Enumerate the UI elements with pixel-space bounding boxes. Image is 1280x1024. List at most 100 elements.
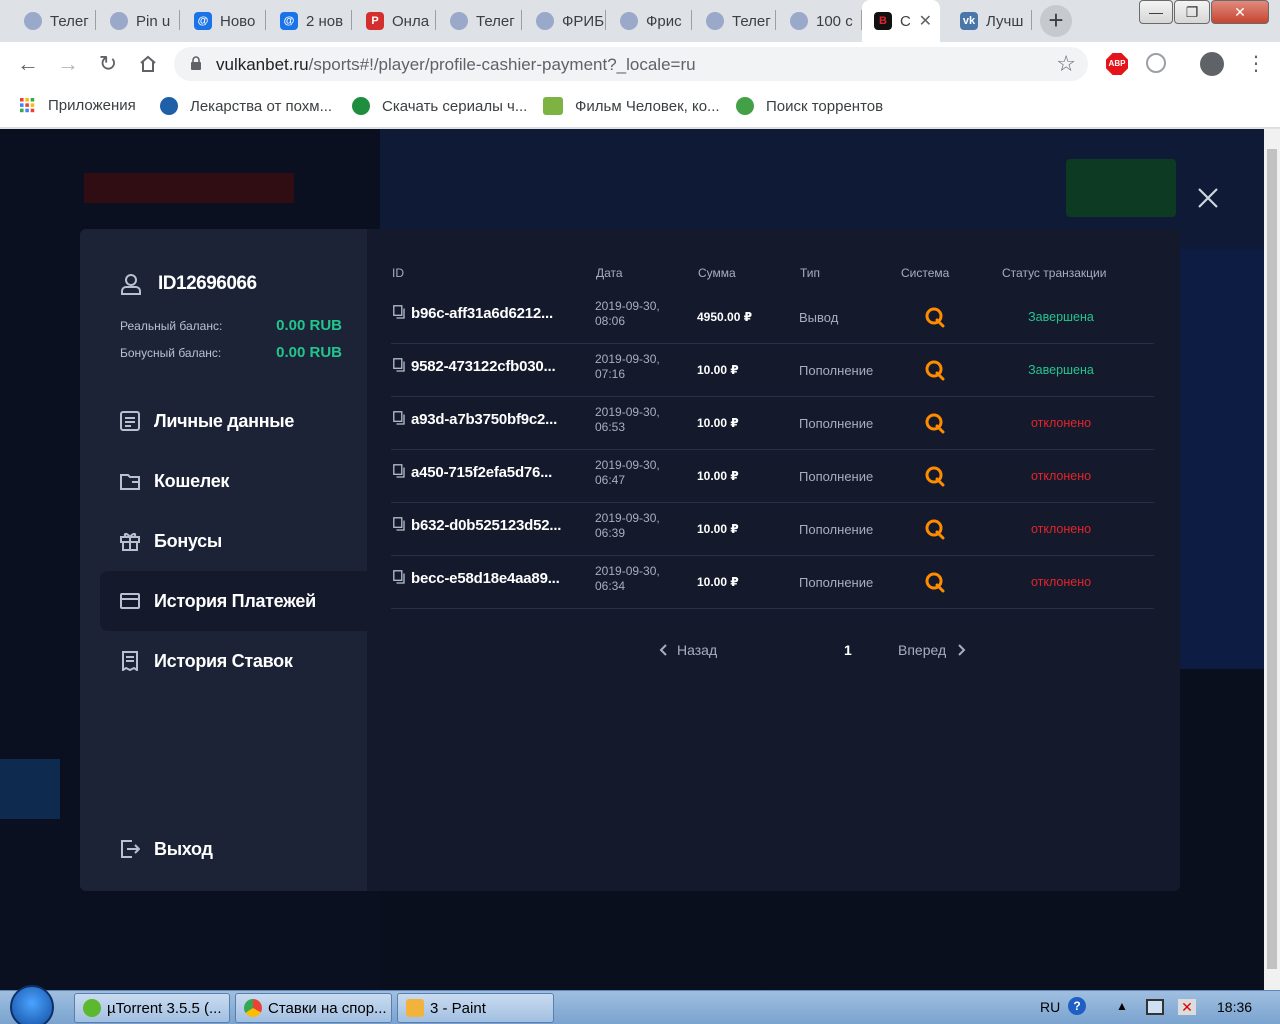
- browser-tab[interactable]: 100 с: [776, 0, 862, 42]
- page-scrollbar[interactable]: [1264, 129, 1280, 990]
- window-close-button[interactable]: ✕: [1211, 0, 1269, 24]
- bonus-balance-label: Бонусный баланс:: [120, 346, 222, 360]
- adblock-icon[interactable]: ABP: [1106, 53, 1128, 75]
- browser-tab[interactable]: vk Лучш: [946, 0, 1032, 42]
- browser-tab[interactable]: @ Ново: [180, 0, 266, 42]
- menu-item-wallet[interactable]: Кошелек: [100, 451, 367, 511]
- table-row: a450-715f2efa5d76... 2019-09-30, 06:47 10.0…: [391, 450, 1154, 503]
- transaction-type: Вывод: [799, 310, 839, 325]
- task-chrome[interactable]: Ставки на спор...: [235, 993, 392, 1023]
- clock[interactable]: 18:36: [1217, 999, 1252, 1015]
- bookmark-apps[interactable]: Приложения: [20, 97, 136, 114]
- pager-page-1[interactable]: 1: [844, 642, 852, 658]
- transaction-type: Пополнение: [799, 363, 874, 378]
- back-icon[interactable]: ←: [14, 50, 42, 78]
- minimize-button[interactable]: —: [1139, 0, 1173, 24]
- chevron-left-icon: [659, 644, 667, 656]
- copy-icon[interactable]: [393, 517, 405, 531]
- tab-title: Онла: [392, 12, 430, 30]
- transaction-status: Завершена: [1028, 363, 1094, 377]
- globe-extension-icon[interactable]: [1146, 53, 1166, 73]
- transaction-id[interactable]: a93d-a7b3750bf9c2...: [411, 411, 557, 428]
- bookmarks-bar: Приложения Лекарства от похм... Скачать …: [0, 86, 1280, 128]
- task-paint[interactable]: 3 - Paint: [397, 993, 554, 1023]
- browser-tab[interactable]: ФРИБ: [522, 0, 606, 42]
- home-icon[interactable]: [134, 50, 162, 78]
- mail-at-icon: @: [280, 12, 298, 30]
- transaction-status: Завершена: [1028, 310, 1094, 324]
- transaction-id[interactable]: b632-d0b525123d52...: [411, 517, 561, 534]
- browser-tab[interactable]: Pin u: [96, 0, 180, 42]
- transaction-id[interactable]: a450-715f2efa5d76...: [411, 464, 552, 481]
- browser-tab[interactable]: B С ✕: [862, 0, 940, 42]
- menu-item-bonuses[interactable]: Бонусы: [100, 511, 367, 571]
- start-button[interactable]: [10, 985, 54, 1024]
- copy-icon[interactable]: [393, 305, 405, 319]
- bookmark-film[interactable]: Фильм Человек, ко...: [543, 97, 720, 115]
- telegram-bot-icon: [450, 12, 468, 30]
- profile-avatar-icon[interactable]: [1200, 52, 1224, 76]
- qiwi-icon: [925, 413, 945, 434]
- browser-tab[interactable]: Телег: [10, 0, 96, 42]
- site-logo: [84, 173, 294, 203]
- qiwi-icon: [925, 519, 945, 540]
- telegram-bot-icon: [790, 12, 808, 30]
- transaction-id[interactable]: b96c-aff31a6d6212...: [411, 305, 553, 322]
- telegram-bot-icon: [24, 12, 42, 30]
- language-indicator[interactable]: RU: [1040, 999, 1060, 1015]
- table-row: b96c-aff31a6d6212... 2019-09-30, 08:06 4950…: [391, 291, 1154, 344]
- vk-icon: vk: [960, 12, 978, 30]
- transaction-date: 2019-09-30, 07:16: [595, 352, 660, 381]
- tab-close-icon[interactable]: ✕: [919, 11, 932, 31]
- address-bar[interactable]: vulkanbet.ru/sports#!/player/profile-cas…: [174, 47, 1088, 81]
- deposit-button-blurred: [1066, 159, 1176, 217]
- bookmark-series[interactable]: Скачать сериалы ч...: [352, 97, 527, 115]
- tab-title: ФРИБ: [562, 12, 605, 30]
- browser-tab[interactable]: Телег: [436, 0, 522, 42]
- forward-icon[interactable]: →: [54, 50, 82, 78]
- transaction-sum: 4950.00 ₽: [697, 310, 753, 324]
- pager-prev[interactable]: Назад: [659, 642, 717, 658]
- task-utorrent[interactable]: µTorrent 3.5.5 (...: [74, 993, 230, 1023]
- transaction-sum: 10.00 ₽: [697, 575, 739, 589]
- logout-button[interactable]: Выход: [100, 819, 367, 879]
- pager-next[interactable]: Вперед: [898, 642, 966, 658]
- help-icon[interactable]: ?: [1068, 997, 1086, 1015]
- payment-history-panel: ID Дата Сумма Тип Система Статус транзак…: [367, 229, 1180, 891]
- menu-item-personal-data[interactable]: Личные данные: [100, 391, 367, 451]
- transaction-id[interactable]: becc-e58d18e4aa89...: [411, 570, 560, 587]
- copy-icon[interactable]: [393, 464, 405, 478]
- bookmark-torrent-search[interactable]: Поиск торрентов: [736, 97, 883, 115]
- real-balance-value: 0.00 RUB: [276, 317, 342, 334]
- maximize-button[interactable]: ❐: [1174, 0, 1210, 24]
- volume-muted-icon[interactable]: ✕: [1178, 999, 1196, 1015]
- bookmark-hangover[interactable]: Лекарства от похм...: [160, 97, 332, 115]
- browser-menu-icon[interactable]: ⋮: [1246, 51, 1266, 76]
- copy-icon[interactable]: [393, 358, 405, 372]
- transaction-status: отклонено: [1030, 575, 1092, 589]
- apps-grid-icon: [20, 97, 35, 112]
- copy-icon[interactable]: [393, 411, 405, 425]
- bookmark-star-icon[interactable]: ☆: [1056, 51, 1076, 77]
- tray-arrow-icon[interactable]: ▲: [1116, 999, 1128, 1013]
- new-tab-button[interactable]: +: [1040, 5, 1072, 37]
- transaction-id[interactable]: 9582-473122cfb030...: [411, 358, 556, 375]
- p-logo-icon: P: [366, 12, 384, 30]
- col-header-sum: Сумма: [698, 266, 736, 280]
- transaction-type: Пополнение: [799, 469, 874, 484]
- menu-item-bet-history[interactable]: История Ставок: [100, 631, 367, 691]
- copy-icon[interactable]: [393, 570, 405, 584]
- browser-tab[interactable]: Телег: [692, 0, 776, 42]
- browser-tab[interactable]: P Онла: [352, 0, 436, 42]
- menu-item-payment-history[interactable]: История Платежей: [100, 571, 367, 631]
- transaction-type: Пополнение: [799, 522, 874, 537]
- mail-at-icon: @: [194, 12, 212, 30]
- browser-tab[interactable]: @2 нов: [266, 0, 352, 42]
- modal-close-icon[interactable]: [1196, 186, 1220, 210]
- support-icon: [0, 759, 60, 819]
- vulkan-b-icon: B: [874, 12, 892, 30]
- real-balance-label: Реальный баланс:: [120, 319, 223, 333]
- browser-tab[interactable]: Фрис: [606, 0, 692, 42]
- network-icon[interactable]: [1146, 999, 1164, 1015]
- reload-icon[interactable]: ↻: [94, 50, 122, 78]
